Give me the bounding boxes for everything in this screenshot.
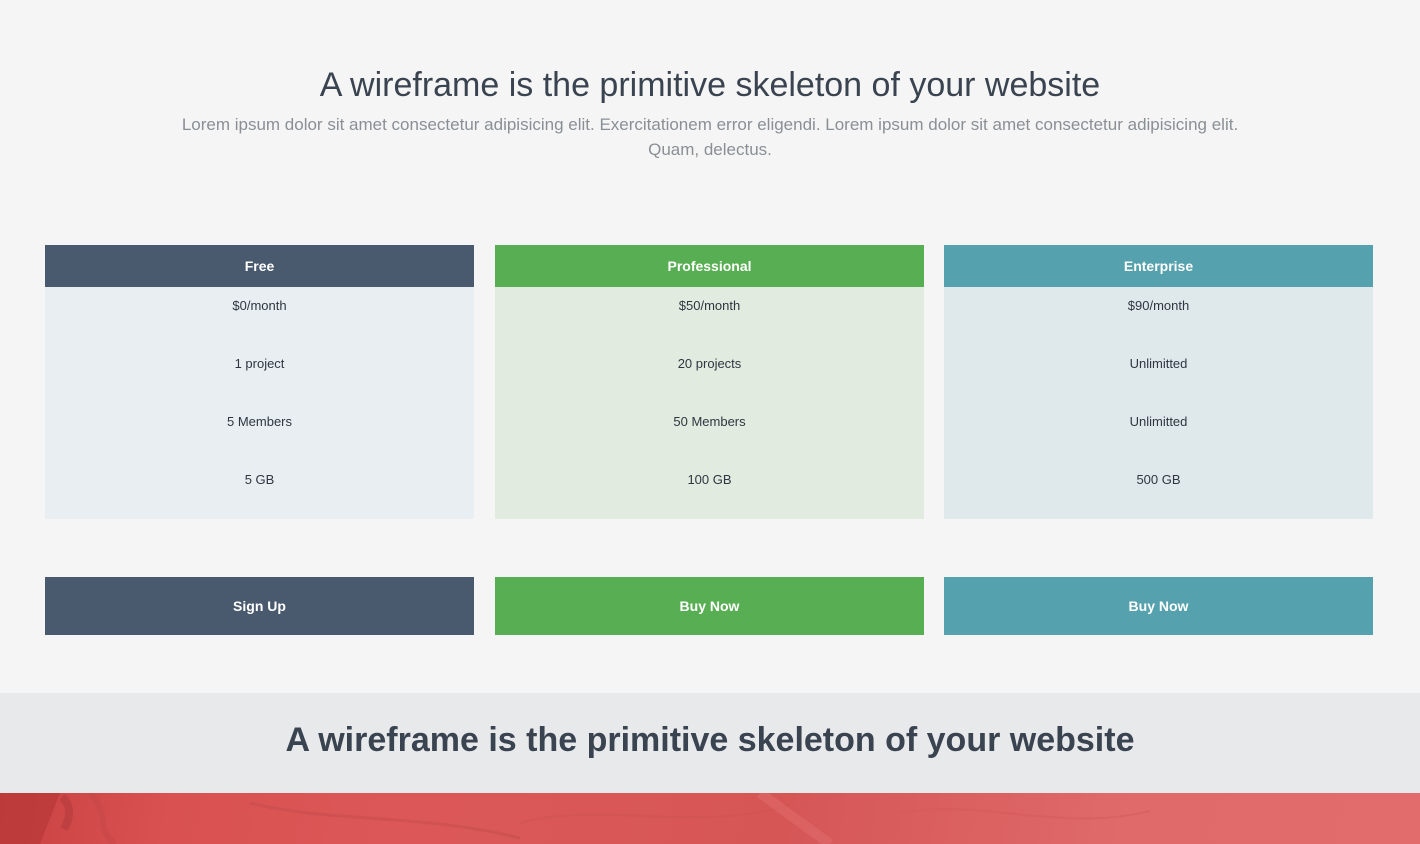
plan-card-free: Free $0/month 1 project 5 Members 5 GB S…	[45, 245, 474, 635]
plan-features: $50/month 20 projects 50 Members 100 GB	[495, 287, 924, 519]
plan-projects: 1 project	[234, 356, 285, 371]
plan-features: $0/month 1 project 5 Members 5 GB	[45, 287, 474, 519]
hero-background-image	[0, 793, 1420, 844]
plan-members: 50 Members	[673, 414, 746, 429]
plan-members: Unlimitted	[1129, 414, 1188, 429]
plan-projects: Unlimitted	[1129, 356, 1188, 371]
plan-members: 5 Members	[226, 414, 293, 429]
plan-card-professional: Professional $50/month 20 projects 50 Me…	[495, 245, 924, 635]
plan-storage: 5 GB	[244, 472, 275, 487]
buy-now-button-professional[interactable]: Buy Now	[495, 577, 924, 635]
pricing-plans: Free $0/month 1 project 5 Members 5 GB S…	[45, 245, 1373, 635]
pricing-subtitle: Lorem ipsum dolor sit amet consectetur a…	[181, 115, 1239, 159]
buy-now-button-enterprise[interactable]: Buy Now	[944, 577, 1373, 635]
plan-storage: 100 GB	[687, 472, 732, 487]
plan-name: Professional	[495, 245, 924, 287]
pricing-section: A wireframe is the primitive skeleton of…	[0, 0, 1420, 693]
plan-price: $0/month	[232, 298, 287, 313]
band-title: A wireframe is the primitive skeleton of…	[285, 721, 1135, 759]
plan-storage: 500 GB	[1136, 472, 1181, 487]
sign-up-button[interactable]: Sign Up	[45, 577, 474, 635]
plan-price: $50/month	[678, 298, 741, 313]
plan-projects: 20 projects	[677, 356, 742, 371]
plan-card-enterprise: Enterprise $90/month Unlimitted Unlimitt…	[944, 245, 1373, 635]
plan-price: $90/month	[1127, 298, 1190, 313]
texture-decoration	[0, 793, 1151, 844]
plan-features: $90/month Unlimitted Unlimitted 500 GB	[944, 287, 1373, 519]
plan-name: Enterprise	[944, 245, 1373, 287]
plan-name: Free	[45, 245, 474, 287]
pricing-title: A wireframe is the primitive skeleton of…	[319, 66, 1101, 104]
